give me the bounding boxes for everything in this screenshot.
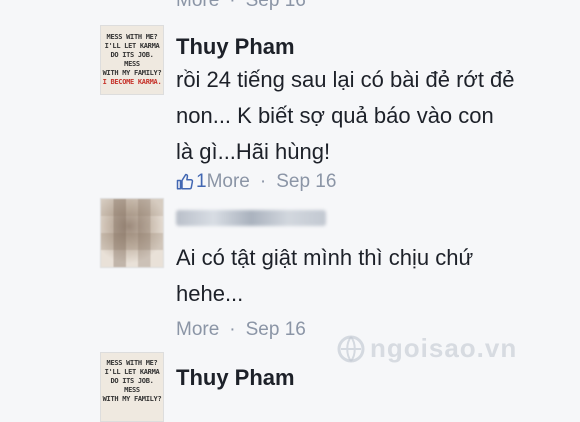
like-count[interactable]: 1 [176,171,207,193]
comment-meta: 1 More · Sep 16 [176,171,336,193]
more-link[interactable]: More [176,0,219,12]
watermark-logo: ngoisao.vn [336,333,517,364]
comment-text: rồi 24 tiếng sau lại có bài đẻ rớt đẻ no… [176,67,515,164]
comment-author[interactable]: Thuy Pham [176,365,295,391]
thumbs-up-icon [176,173,194,190]
avatar[interactable]: MESS WITH ME? I'LL LET KARMA DO ITS JOB.… [100,25,164,95]
comment-author[interactable]: Thuy Pham [176,34,295,60]
globe-logo [337,335,365,362]
comment-meta: More · Sep 16 [176,319,306,341]
comment-date[interactable]: Sep 16 [246,319,306,341]
comment-author[interactable] [176,210,326,226]
more-link[interactable]: More [207,171,250,193]
avatar[interactable] [100,198,164,268]
comment-text: Ai có tật giật mình thì chịu chứ hehe... [176,245,474,306]
avatar[interactable]: MESS WITH ME? I'LL LET KARMA DO ITS JOB.… [100,352,164,422]
top-comment-meta: More · Sep 16 [176,0,306,12]
comment-date[interactable]: Sep 16 [276,171,336,193]
comment-date[interactable]: Sep 16 [246,0,306,12]
more-link[interactable]: More [176,319,219,341]
